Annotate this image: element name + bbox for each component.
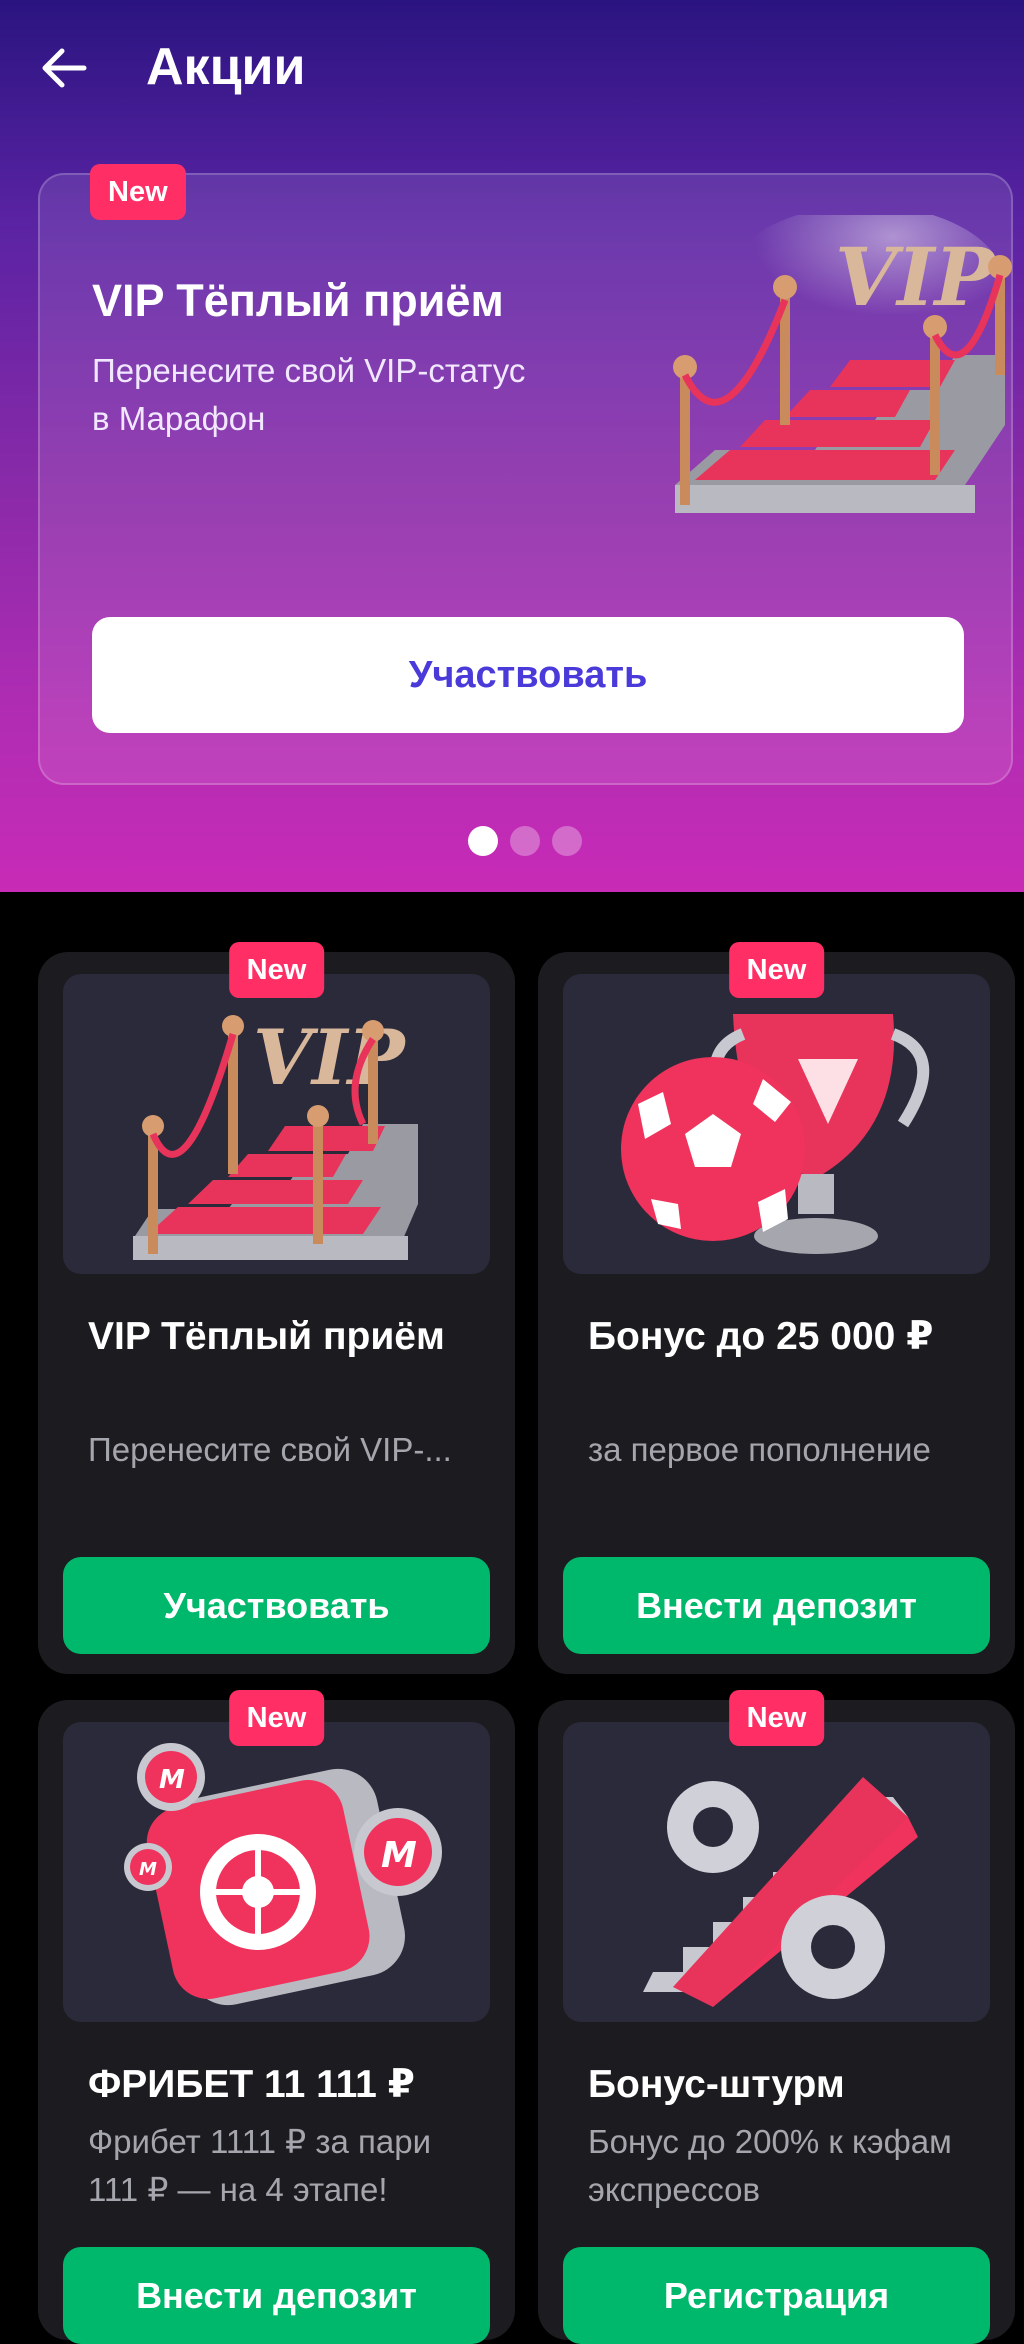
percent-stairs-icon — [643, 1777, 918, 2007]
back-button[interactable] — [34, 38, 94, 98]
participate-button[interactable]: Участвовать — [63, 1557, 490, 1654]
new-badge: New — [728, 1690, 825, 1746]
carousel-dots — [468, 826, 582, 856]
svg-text:VIP: VIP — [253, 1013, 407, 1102]
vip-stairs-icon: VIP — [673, 215, 1012, 513]
promo-subtitle: Перенесите свой VIP-... — [88, 1431, 452, 1468]
svg-text:M: M — [139, 1859, 157, 1880]
promo-image — [563, 1722, 990, 2022]
new-badge: New — [228, 942, 325, 998]
hero-subtitle: Перенесите свой VIP-статус в Марафон — [92, 352, 526, 437]
new-badge: New — [728, 942, 825, 998]
promo-title: Бонус-штурм — [588, 2063, 845, 2106]
promo-card[interactable]: New Бонус до 25 000 ₽ за первое пополнен… — [538, 942, 1015, 1674]
soccer-ball-trophy-icon — [621, 1014, 930, 1254]
svg-text:VIP: VIP — [835, 230, 997, 324]
new-badge: New — [90, 164, 186, 220]
promo-image: M M M — [63, 1722, 490, 2022]
deposit-button[interactable]: Внести депозит — [63, 2247, 490, 2344]
safe-coins-icon: M M M — [124, 1743, 442, 2006]
promo-title: ФРИБЕТ 11 111 ₽ — [88, 2063, 415, 2106]
promo-subtitle: Фрибет 1111 ₽ за пари 111 ₽ — на 4 этапе… — [88, 2123, 432, 2208]
promo-title: Бонус до 25 000 ₽ — [588, 1315, 934, 1358]
svg-text:M: M — [381, 1835, 417, 1876]
register-button[interactable]: Регистрация — [563, 2247, 990, 2344]
promo-card[interactable]: New Бонус-штурм Бонус до 200% к кэфам эк… — [538, 1690, 1015, 2344]
carousel-dot[interactable] — [510, 826, 540, 856]
participate-button[interactable]: Участвовать — [92, 617, 964, 733]
promo-subtitle: за первое пополнение — [588, 1431, 931, 1468]
hero-section: Акции New VIP Тёплый приём Перенесите св… — [0, 0, 1024, 892]
promo-card[interactable]: VIP New VIP Тёплый приём Перенесите свой… — [38, 942, 515, 1674]
page-title: Акции — [146, 38, 306, 96]
vip-stairs-icon: VIP — [133, 1013, 418, 1260]
arrow-left-icon — [42, 48, 87, 88]
top-bar: Акции — [0, 0, 1024, 130]
promo-image: VIP — [63, 974, 490, 1274]
carousel-dot[interactable] — [468, 826, 498, 856]
promo-image — [563, 974, 990, 1274]
svg-text:M: M — [159, 1765, 185, 1795]
deposit-button[interactable]: Внести депозит — [563, 1557, 990, 1654]
promo-subtitle: Бонус до 200% к кэфам экспрессов — [588, 2123, 952, 2208]
promo-card[interactable]: M M M New ФРИБЕТ 11 111 ₽ Фрибет 1111 ₽ … — [38, 1690, 515, 2344]
new-badge: New — [228, 1690, 325, 1746]
hero-title: VIP Тёплый приём — [92, 275, 504, 326]
promo-title: VIP Тёплый приём — [88, 1315, 445, 1358]
hero-promo-card[interactable]: New VIP Тёплый приём Перенесите свой VIP… — [38, 164, 1013, 785]
carousel-dot[interactable] — [552, 826, 582, 856]
